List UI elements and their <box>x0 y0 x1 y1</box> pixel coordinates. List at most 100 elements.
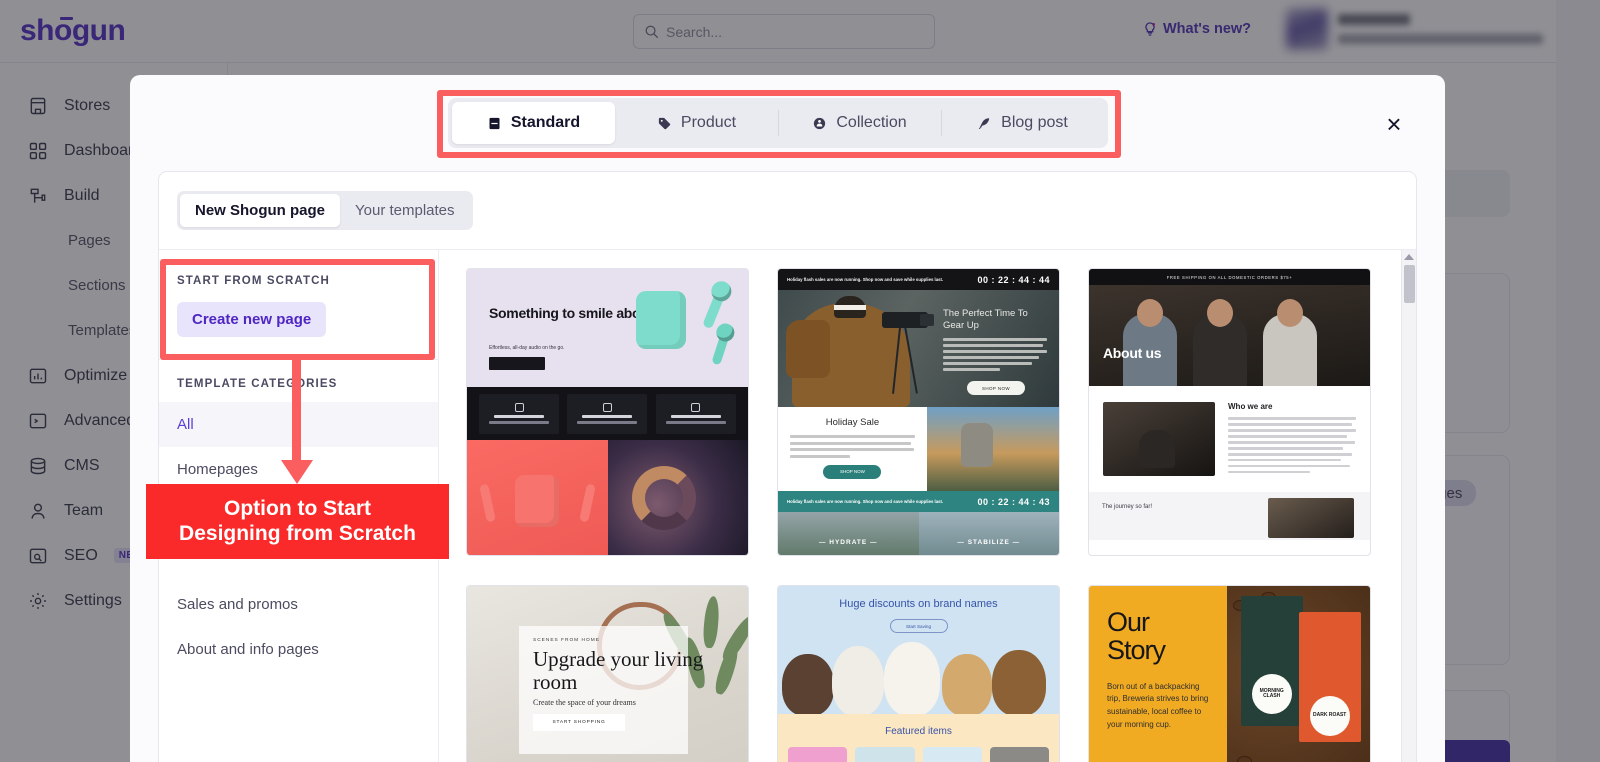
feature-item <box>479 393 560 434</box>
promo-text: Holiday flash sales are now running. Sho… <box>787 277 944 282</box>
promo-banner: Holiday flash sales are now running. Sho… <box>778 269 1059 290</box>
section-title: Featured items <box>885 726 952 737</box>
sale-copy: Holiday Sale SHOP NOW <box>778 407 927 491</box>
dog-art <box>992 650 1046 714</box>
template-card-coffee-story[interactable]: Our Story Born out of a backpacking trip… <box>1088 585 1371 762</box>
feature-title <box>582 415 633 419</box>
beanie-art <box>834 296 866 318</box>
template-card-living-room[interactable]: SCENES FROM HOME Upgrade your living roo… <box>466 585 749 762</box>
promo-banner-teal: Holiday flash sales are now running. Sho… <box>778 491 1059 512</box>
tab-product[interactable]: Product <box>615 102 778 144</box>
sale-photo <box>926 407 1059 491</box>
team-member-head-art <box>1137 299 1163 327</box>
feature-title <box>670 415 721 419</box>
modal-header: Standard Product Collection Blog post × <box>130 75 1445 163</box>
feather-icon <box>978 117 990 129</box>
earbud-art <box>479 483 496 523</box>
template-card-about-us[interactable]: FREE SHIPPING ON ALL DOMESTIC ORDERS $75… <box>1088 268 1371 556</box>
featured-item-tile <box>788 747 848 762</box>
hero-eyebrow: SCENES FROM HOME <box>533 638 600 643</box>
hero-cta-button: Start Saving <box>889 619 948 633</box>
scroll-up-icon[interactable] <box>1404 254 1414 260</box>
category-about-and-info-pages[interactable]: About and info pages <box>159 627 438 672</box>
hero-cta-button: SHOP NOW <box>967 381 1025 395</box>
collection-icon <box>814 117 826 129</box>
tab-standard[interactable]: Standard <box>452 102 615 144</box>
category-sales-and-promos[interactable]: Sales and promos <box>159 582 438 627</box>
annotation-line-1: Option to Start <box>224 496 371 520</box>
featured-item-tile <box>922 747 982 762</box>
section-photo <box>1103 402 1215 476</box>
hero-title: Our Story <box>1107 607 1166 666</box>
new-page-modal: Standard Product Collection Blog post × … <box>130 75 1445 762</box>
create-new-page-button[interactable]: Create new page <box>177 302 327 337</box>
hero-title: Huge discounts on brand names <box>839 598 998 610</box>
promo-text: Holiday flash sales are now running. Sho… <box>787 499 944 504</box>
tab-collection[interactable]: Collection <box>778 102 941 144</box>
dog-art <box>884 642 940 714</box>
annotation-arrow-line <box>292 360 301 464</box>
annotation-callout: Option to Start Designing from Scratch <box>146 484 449 559</box>
feature-title <box>494 415 545 419</box>
page-icon <box>489 117 500 129</box>
duo-panel-stabilize: — STABILIZE — <box>918 512 1059 555</box>
support-icon <box>691 403 701 413</box>
who-we-are-section: Who we are <box>1089 386 1370 492</box>
close-icon[interactable]: × <box>1381 111 1407 137</box>
journey-section: The journey so far! <box>1089 492 1370 540</box>
template-hero: About us <box>1089 285 1370 386</box>
sale-cta-button: SHOP NOW <box>823 464 882 479</box>
featured-items-row <box>778 747 1059 762</box>
subtab-new-shogun-page[interactable]: New Shogun page <box>180 194 341 227</box>
source-subtabs: New Shogun page Your templates <box>177 191 473 230</box>
duo-section: — HYDRATE — — STABILIZE — <box>778 512 1059 555</box>
featured-items-section: Featured items <box>778 714 1059 762</box>
template-hero: SCENES FROM HOME Upgrade your living roo… <box>467 586 748 762</box>
template-card-earbuds[interactable]: Something to smile about. Effortless, al… <box>466 268 749 556</box>
tab-label: Blog post <box>1001 114 1068 131</box>
subtab-your-templates[interactable]: Your templates <box>340 194 470 227</box>
duo-panel-hydrate: — HYDRATE — <box>778 512 919 555</box>
hero-paragraph <box>943 338 1047 374</box>
product-photo-coral <box>467 440 608 555</box>
section-copy: Who we are <box>1228 402 1356 476</box>
hero-title: Upgrade your living room <box>533 647 704 695</box>
scrollbar-thumb[interactable] <box>1403 265 1415 303</box>
earbud-art <box>578 483 596 523</box>
feature-item <box>655 393 736 434</box>
shipping-text: FREE SHIPPING ON ALL DOMESTIC ORDERS $75… <box>1166 274 1293 280</box>
template-gallery <box>467 440 748 555</box>
tab-label: Standard <box>510 114 581 131</box>
shipping-banner: FREE SHIPPING ON ALL DOMESTIC ORDERS $75… <box>1089 269 1370 285</box>
dog-art <box>942 654 992 714</box>
modal-panel: New Shogun page Your templates START FRO… <box>158 171 1417 762</box>
tab-label: Collection <box>836 114 907 131</box>
hero-title: About us <box>1103 345 1162 361</box>
template-subtitle: Effortless, all-day audio on the go. <box>489 345 565 351</box>
featured-item-tile <box>855 747 915 762</box>
start-from-scratch-heading: START FROM SCRATCH <box>177 275 330 287</box>
template-cta-button <box>489 357 545 370</box>
hero-body: Born out of a backpacking trip, Breweria… <box>1107 681 1209 730</box>
product-photo-headphones <box>607 440 748 555</box>
team-member-head-art <box>1207 299 1233 327</box>
feature-sub <box>577 421 638 424</box>
pack-label: DARK ROAST <box>1309 696 1350 736</box>
section-title: Who we are <box>1228 402 1273 411</box>
template-card-outdoor-gear[interactable]: Holiday flash sales are now running. Sho… <box>777 268 1060 556</box>
coffee-photo: MORNING CLASH DARK ROAST <box>1226 586 1370 762</box>
tab-label: Product <box>680 114 737 131</box>
template-card-pet-deals[interactable]: Huge discounts on brand names Start Savi… <box>777 585 1060 762</box>
sale-title: Holiday Sale <box>825 417 880 428</box>
feature-sub <box>665 421 726 424</box>
template-grid-scrollbar[interactable] <box>1401 250 1416 762</box>
story-copy: Our Story Born out of a backpacking trip… <box>1089 586 1227 762</box>
tab-blog-post[interactable]: Blog post <box>941 102 1104 144</box>
footer-photo <box>1268 498 1354 538</box>
sale-section: Holiday Sale SHOP NOW <box>778 407 1059 491</box>
earbud-case-art <box>636 291 686 349</box>
feature-item <box>567 393 648 434</box>
annotation-arrow-head <box>281 460 313 484</box>
returns-icon <box>602 403 612 413</box>
feature-sub <box>489 421 550 424</box>
